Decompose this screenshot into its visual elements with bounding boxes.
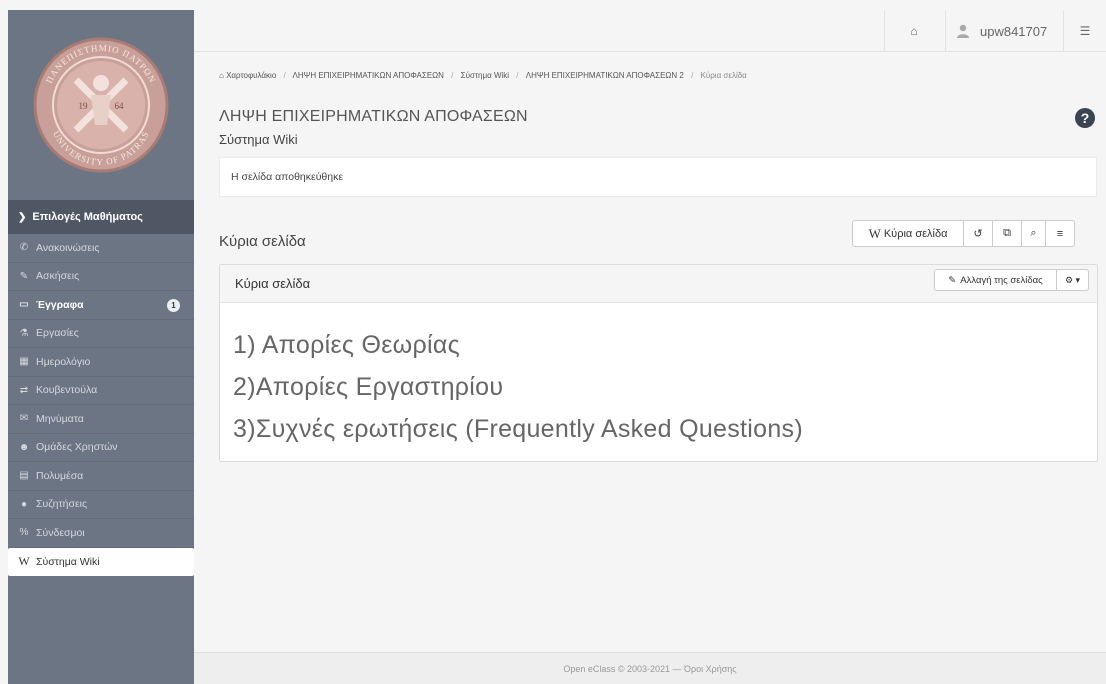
course-title[interactable]: ΛΗΨΗ ΕΠΙΧΕΙΡΗΜΑΤΙΚΩΝ ΑΠΟΦΑΣΕΩΝ: [219, 108, 528, 126]
search-button[interactable]: ⌕: [1021, 220, 1046, 247]
sidebar-item-discussions[interactable]: ● Συζητήσεις: [8, 491, 194, 519]
sidebar-item-label: Συζητήσεις: [36, 498, 88, 511]
comments-icon: ●: [20, 498, 28, 510]
sidebar-item-messages[interactable]: ✉ Μηνύματα: [8, 405, 194, 434]
sidebar-item-user-groups[interactable]: ☻ Ομάδες Χρηστών: [8, 434, 194, 462]
bullhorn-icon: ✆: [19, 242, 29, 254]
breadcrumb-wiki[interactable]: Σύστημα Wiki: [461, 71, 509, 80]
page-settings-dropdown[interactable]: ⚙ ▾: [1056, 269, 1089, 291]
breadcrumb-portfolio[interactable]: Χαρτοφυλάκιο: [226, 71, 276, 80]
all-pages-button[interactable]: ≡: [1045, 220, 1075, 247]
sidebar-item-assignments[interactable]: ⚗ Εργασίες: [8, 320, 194, 348]
home-icon: ⌂: [219, 71, 224, 80]
sidebar-item-documents[interactable]: ▭ Έγγραφα 1: [8, 291, 194, 320]
user-icon: [957, 24, 969, 38]
help-icon[interactable]: ?: [1074, 107, 1096, 129]
recent-changes-button[interactable]: ⧉: [992, 220, 1022, 247]
sidebar-item-label: Σύστημα Wiki: [36, 555, 100, 568]
breadcrumb-wiki-instance[interactable]: ΛΗΨΗ ΕΠΙΧΕΙΡΗΜΑΤΙΚΩΝ ΑΠΟΦΑΣΕΩΝ 2: [526, 71, 684, 80]
breadcrumb: ⌂ Χαρτοφυλάκιο / ΛΗΨΗ ΕΠΙΧΕΙΡΗΜΑΤΙΚΩΝ ΑΠ…: [219, 71, 747, 80]
home-button[interactable]: ⌂: [884, 10, 944, 52]
exchange-icon: ⇄: [19, 384, 29, 396]
wiki-link-faq[interactable]: 3)Συχνές ερωτήσεις (Frequently Asked Que…: [233, 415, 803, 444]
flask-icon: ⚗: [19, 327, 29, 339]
sidebar-item-label: Έγγραφα: [36, 298, 84, 311]
sidebar-item-label: Εργασίες: [36, 327, 79, 340]
success-alert: Η σελίδα αποθηκεύθηκε: [219, 157, 1097, 197]
sidebar-menu: ✆ Ανακοινώσεις ✎ Ασκήσεις ▭ Έγγραφα 1 ⚗ …: [8, 234, 194, 576]
breadcrumb-separator: /: [691, 71, 694, 80]
course-options-label: Επιλογές Μαθήματος: [32, 211, 143, 223]
alert-message: Η σελίδα αποθηκεύθηκε: [231, 171, 344, 183]
link-icon: %: [19, 527, 29, 539]
wiki-toolbar: W Κύρια σελίδα ↺ ⧉ ⌕ ≡: [852, 220, 1075, 247]
sidebar-item-announcements[interactable]: ✆ Ανακοινώσεις: [8, 234, 194, 263]
sidebar-item-label: Ανακοινώσεις: [36, 241, 100, 254]
sidebar-item-label: Ομάδες Χρηστών: [36, 441, 118, 454]
sidebar-item-exercises[interactable]: ✎ Ασκήσεις: [8, 263, 194, 291]
chevron-down-icon: ❯: [18, 211, 27, 223]
breadcrumb-separator: /: [283, 71, 286, 80]
edit-icon: ✎: [948, 274, 957, 286]
sidebar-item-calendar[interactable]: ▦ Ημερολόγιο: [8, 348, 194, 377]
sidebar-item-label: Ημερολόγιο: [36, 355, 91, 368]
main-page-button[interactable]: W Κύρια σελίδα: [852, 220, 964, 247]
edit-icon: ✎: [19, 270, 29, 282]
gear-icon: ⚙ ▾: [1064, 274, 1081, 285]
seal-year-left: 19: [79, 101, 89, 111]
search-icon: ⌕: [1030, 227, 1037, 239]
sidebar-item-label: Πολυμέσα: [36, 469, 84, 482]
wiki-link-theory-questions[interactable]: 1) Απορίες Θεωρίας: [233, 331, 460, 360]
sidebar-item-label: Κουβεντούλα: [36, 384, 98, 397]
page-title: Κύρια σελίδα: [219, 233, 306, 250]
wiki-link-lab-questions[interactable]: 2)Απορίες Εργαστηρίου: [233, 373, 503, 402]
sidebar-item-chat[interactable]: ⇄ Κουβεντούλα: [8, 377, 194, 405]
footer-text: Open eClass © 2003-2021 — Όροι Χρήσης: [563, 663, 737, 674]
wikipedia-icon: W: [868, 225, 881, 241]
page-subtitle: Σύστημα Wiki: [219, 132, 298, 147]
course-options-header[interactable]: ❯ Επιλογές Μαθήματος: [8, 200, 194, 234]
calendar-icon: ▦: [19, 356, 29, 368]
breadcrumb-separator: /: [516, 71, 519, 80]
settings-toggle-button[interactable]: ☰: [1064, 10, 1106, 52]
wiki-page-panel: Κύρια σελίδα ✎ Αλλαγή της σελίδας ⚙ ▾ 1)…: [219, 264, 1098, 462]
history-icon: ↺: [973, 228, 983, 240]
sidebar-item-label: Σύνδεσμοι: [36, 526, 85, 539]
svg-text:?: ?: [1081, 110, 1090, 126]
username: upw841707: [980, 23, 1048, 39]
sidebar-item-label: Ασκήσεις: [36, 270, 80, 283]
list-icon: ≡: [1056, 227, 1064, 240]
history-button[interactable]: ↺: [963, 220, 993, 247]
university-seal-logo[interactable]: 19 64 ΠΑΝΕΠΙΣΤΗΜΙΟ ΠΑΤΡΩΝ UNIVERSITY OF …: [31, 35, 171, 175]
sidebar: 19 64 ΠΑΝΕΠΙΣΤΗΜΙΟ ΠΑΤΡΩΝ UNIVERSITY OF …: [8, 10, 194, 684]
folder-icon: ▭: [19, 299, 29, 311]
sliders-icon: ☰: [1079, 24, 1091, 38]
panel-header: Κύρια σελίδα ✎ Αλλαγή της σελίδας ⚙ ▾: [220, 265, 1097, 303]
user-menu[interactable]: upw841707: [946, 10, 1056, 52]
breadcrumb-separator: /: [451, 71, 454, 80]
documents-count-badge: 1: [167, 299, 180, 312]
sidebar-item-multimedia[interactable]: ▤ Πολυμέσα: [8, 462, 194, 491]
home-icon: ⌂: [910, 24, 918, 38]
logo-area: 19 64 ΠΑΝΕΠΙΣΤΗΜΙΟ ΠΑΤΡΩΝ UNIVERSITY OF …: [8, 10, 194, 200]
edit-page-label: Αλλαγή της σελίδας: [960, 274, 1043, 286]
sidebar-item-links[interactable]: % Σύνδεσμοι: [8, 519, 194, 548]
users-icon: ☻: [18, 441, 30, 453]
breadcrumb-course[interactable]: ΛΗΨΗ ΕΠΙΧΕΙΡΗΜΑΤΙΚΩΝ ΑΠΟΦΑΣΕΩΝ: [293, 71, 444, 80]
top-navbar: ⌂ upw841707 ☰: [194, 10, 1106, 52]
edit-page-button[interactable]: ✎ Αλλαγή της σελίδας: [934, 269, 1057, 291]
main-page-button-label: Κύρια σελίδα: [883, 227, 948, 240]
seal-year-right: 64: [115, 101, 125, 111]
copy-icon: ⧉: [1003, 227, 1011, 239]
envelope-icon: ✉: [19, 413, 29, 425]
panel-title: Κύρια σελίδα: [235, 276, 311, 291]
sidebar-item-label: Μηνύματα: [36, 412, 84, 425]
breadcrumb-current: Κύρια σελίδα: [700, 71, 747, 80]
film-icon: ▤: [19, 470, 29, 482]
wikipedia-icon: W: [18, 554, 30, 569]
footer: Open eClass © 2003-2021 — Όροι Χρήσης: [194, 652, 1106, 684]
sidebar-item-wiki[interactable]: W Σύστημα Wiki: [8, 547, 194, 576]
